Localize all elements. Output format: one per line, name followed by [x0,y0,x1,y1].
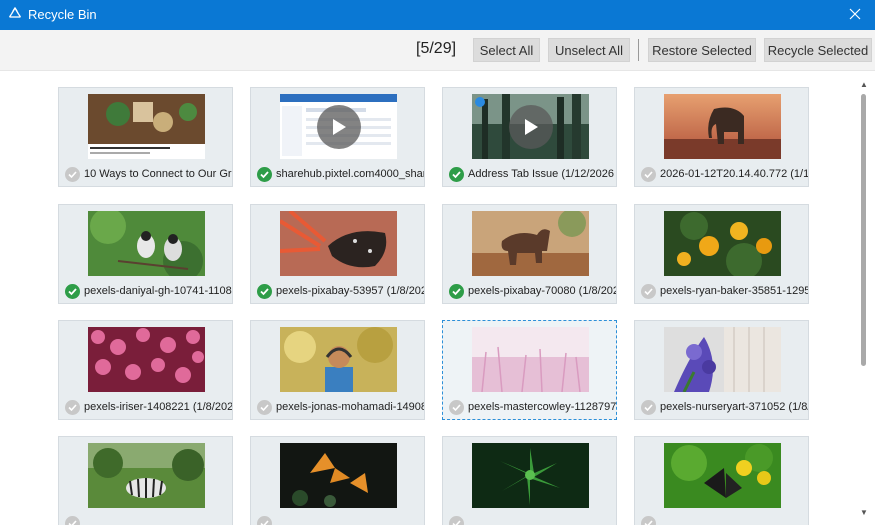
checkbox-icon[interactable] [641,284,656,299]
item-grid: 10 Ways to Connect to Our Green sharehub… [0,70,856,525]
recycle-icon [7,6,23,22]
thumbnail [280,443,397,508]
checkbox-icon[interactable] [449,167,464,182]
item-card[interactable]: pexels-nurseryart-371052 (1/8/2 [634,320,809,420]
close-icon[interactable] [845,4,865,24]
select-all-button[interactable]: Select All [473,38,540,62]
thumbnail [88,327,205,392]
checkbox-icon[interactable] [65,284,80,299]
thumbnail [472,94,589,159]
checkbox-icon[interactable] [449,400,464,415]
scroll-down-icon[interactable]: ▼ [857,508,871,520]
title-bar: Recycle Bin [0,0,875,30]
thumbnail [664,327,781,392]
checkbox-icon[interactable] [257,516,272,525]
thumbnail [280,94,397,159]
recycle-selected-button[interactable]: Recycle Selected [764,38,872,62]
scrollbar-thumb[interactable] [861,94,866,366]
item-card[interactable] [250,436,425,525]
thumbnail [88,443,205,508]
checkbox-icon[interactable] [641,400,656,415]
checkbox-icon[interactable] [257,400,272,415]
restore-selected-button[interactable]: Restore Selected [648,38,756,62]
scroll-up-icon[interactable]: ▲ [857,80,871,92]
item-label: Address Tab Issue (1/12/2026 7 [468,168,616,180]
checkbox-icon[interactable] [65,516,80,525]
selection-counter: [5/29] [416,40,457,57]
play-icon[interactable] [317,105,361,149]
window-title: Recycle Bin [28,7,97,22]
unselect-all-button[interactable]: Unselect All [548,38,630,62]
checkbox-icon[interactable] [257,167,272,182]
item-label: 10 Ways to Connect to Our Green [84,168,232,180]
item-card[interactable]: pexels-pixabay-53957 (1/8/2026 [250,204,425,304]
item-label: pexels-pixabay-53957 (1/8/2026 [276,285,424,297]
thumbnail [664,211,781,276]
thumbnail [280,327,397,392]
item-label: pexels-daniyal-gh-10741-110812 [84,285,232,297]
checkbox-icon[interactable] [449,516,464,525]
checkbox-icon[interactable] [65,167,80,182]
item-card[interactable]: 10 Ways to Connect to Our Green [58,87,233,187]
play-icon[interactable] [509,105,553,149]
thumbnail [472,443,589,508]
thumbnail [472,211,589,276]
item-label: sharehub.pixtel.com4000_share [276,168,424,180]
checkbox-icon[interactable] [641,167,656,182]
item-label: pexels-mastercowley-1128797 (1 [468,401,616,413]
thumbnail [664,94,781,159]
thumbnail [280,211,397,276]
vertical-scrollbar[interactable]: ▲ ▼ [857,80,871,520]
thumbnail [664,443,781,508]
item-label: pexels-jonas-mohamadi-149084 [276,401,424,413]
item-card[interactable] [634,436,809,525]
item-card[interactable] [442,436,617,525]
item-card[interactable]: pexels-jonas-mohamadi-149084 [250,320,425,420]
checkbox-icon[interactable] [641,516,656,525]
thumbnail [88,94,205,159]
checkbox-icon[interactable] [257,284,272,299]
item-card[interactable]: Address Tab Issue (1/12/2026 7 [442,87,617,187]
item-card[interactable]: pexels-daniyal-gh-10741-110812 [58,204,233,304]
item-card[interactable] [58,436,233,525]
item-card[interactable]: pexels-ryan-baker-35851-12957 [634,204,809,304]
item-card[interactable]: pexels-iriser-1408221 (1/8/2026 [58,320,233,420]
item-label: pexels-iriser-1408221 (1/8/2026 [84,401,232,413]
checkbox-icon[interactable] [65,400,80,415]
checkbox-icon[interactable] [449,284,464,299]
toolbar-divider [638,39,639,61]
item-label: pexels-nurseryart-371052 (1/8/2 [660,401,808,413]
item-label: 2026-01-12T20.14.40.772 (1/12/2 [660,168,808,180]
thumbnail [88,211,205,276]
item-card[interactable]: pexels-pixabay-70080 (1/8/2026 [442,204,617,304]
item-card[interactable]: sharehub.pixtel.com4000_share [250,87,425,187]
item-card[interactable]: 2026-01-12T20.14.40.772 (1/12/2 [634,87,809,187]
item-label: pexels-ryan-baker-35851-12957 [660,285,808,297]
toolbar: [5/29] Select All Unselect All Restore S… [0,30,875,71]
item-card-focused[interactable]: pexels-mastercowley-1128797 (1 [442,320,617,420]
thumbnail [472,327,589,392]
item-label: pexels-pixabay-70080 (1/8/2026 [468,285,616,297]
